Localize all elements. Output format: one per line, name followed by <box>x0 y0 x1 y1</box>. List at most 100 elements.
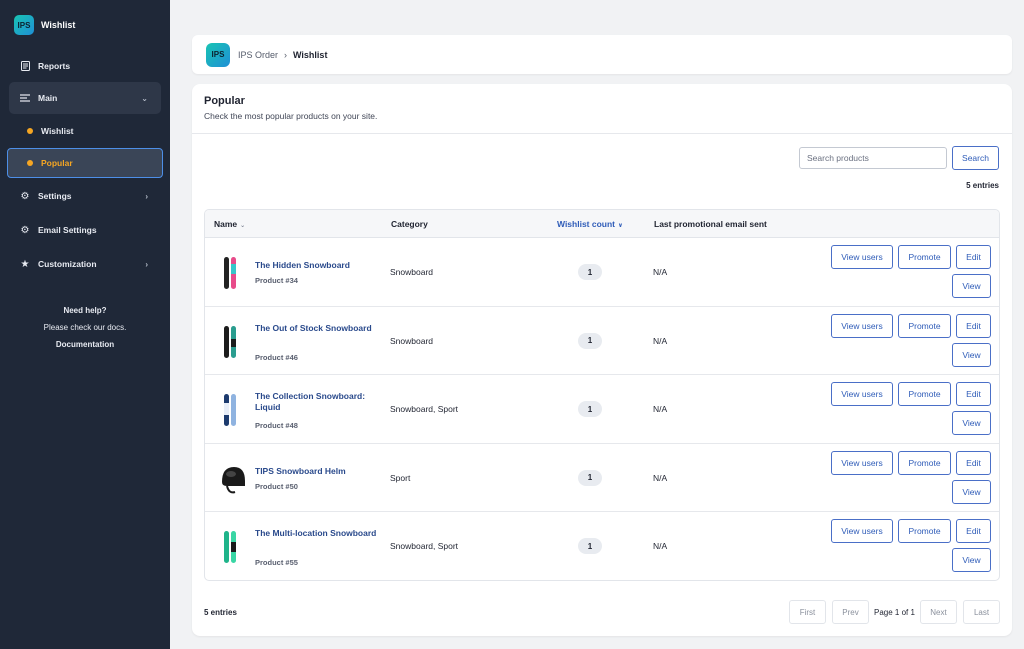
pagination-next-button[interactable]: Next <box>920 600 957 624</box>
sidebar-item-label: Customization <box>38 259 97 269</box>
column-header-label: Wishlist count <box>557 219 616 229</box>
app-logo: IPS <box>206 42 230 67</box>
product-id: Product #55 <box>255 558 298 568</box>
sidebar: IPS Wishlist Reports Main ⌄ Wishlist Pop… <box>0 0 170 649</box>
edit-button[interactable]: Edit <box>956 382 991 407</box>
promote-button[interactable]: Promote <box>898 382 951 407</box>
sidebar-item-email-settings[interactable]: ⚙ Email Settings <box>0 214 170 246</box>
product-name-link[interactable]: TIPS Snowboard Helm <box>255 466 385 477</box>
promote-button[interactable]: Promote <box>898 450 951 475</box>
promote-button[interactable]: Promote <box>898 313 951 338</box>
last-email-sent: N/A <box>653 541 668 552</box>
wishlist-count-badge: 1 <box>578 469 602 486</box>
documentation-link[interactable]: Documentation <box>0 336 170 353</box>
app-name: Wishlist <box>41 20 76 30</box>
sidebar-item-settings[interactable]: ⚙ Settings › <box>0 180 170 212</box>
product-id: Product #46 <box>255 352 298 362</box>
sidebar-item-label: Settings <box>38 191 72 201</box>
product-category: Snowboard <box>390 335 434 346</box>
search-input[interactable] <box>799 147 947 169</box>
view-button[interactable]: View <box>952 411 991 436</box>
wishlist-count-badge: 1 <box>578 538 602 555</box>
sidebar-item-label: Reports <box>38 61 71 71</box>
sort-icon: ⌄ <box>240 223 246 229</box>
sidebar-subitem-popular[interactable]: Popular <box>7 148 163 178</box>
product-id: Product #34 <box>255 276 298 285</box>
sidebar-item-reports[interactable]: Reports <box>0 50 170 82</box>
chevron-down-icon: ⌄ <box>141 93 148 103</box>
view-users-button[interactable]: View users <box>831 313 893 338</box>
column-header-label: Name <box>214 219 238 229</box>
bullet-icon <box>27 128 33 134</box>
product-name-link[interactable]: The Out of Stock Snowboard <box>255 323 385 334</box>
product-category: Snowboard, Sport <box>390 541 459 552</box>
search-button[interactable]: Search <box>952 146 999 170</box>
sidebar-subitem-wishlist[interactable]: Wishlist <box>0 116 170 146</box>
edit-button[interactable]: Edit <box>956 245 991 269</box>
product-name-link[interactable]: The Multi-location Snowboard <box>255 528 385 539</box>
edit-button[interactable]: Edit <box>956 519 991 544</box>
wishlist-count-badge: 1 <box>578 332 602 349</box>
sidebar-item-customization[interactable]: ★ Customization › <box>0 248 170 280</box>
column-header-wishlist-count[interactable]: Wishlist count ∨ <box>557 219 623 229</box>
breadcrumb-current: Wishlist <box>293 49 328 60</box>
table-row: The Multi-location Snowboard Product #55 S… <box>205 512 999 580</box>
sort-down-icon: ∨ <box>618 223 623 229</box>
table-row: The Hidden Snowboard Product #34 Snowboard… <box>205 238 999 307</box>
table-body: The Hidden Snowboard Product #34 Snowboard… <box>205 238 999 580</box>
product-thumbnail <box>219 462 245 496</box>
view-users-button[interactable]: View users <box>831 450 893 475</box>
product-category: Snowboard, Sport <box>390 404 459 415</box>
products-table: Name ⌄ Category Wishlist count ∨ Last prom… <box>204 209 1000 581</box>
view-button[interactable]: View <box>952 274 991 298</box>
sidebar-subitem-label: Wishlist <box>41 126 74 136</box>
product-name-link[interactable]: The Hidden Snowboard <box>255 260 385 271</box>
view-users-button[interactable]: View users <box>831 245 893 269</box>
view-button[interactable]: View <box>952 479 991 504</box>
view-users-button[interactable]: View users <box>831 519 893 544</box>
edit-button[interactable]: Edit <box>956 313 991 338</box>
bullet-icon <box>27 160 33 166</box>
product-thumbnail <box>219 256 241 290</box>
gear-icon: ⚙ <box>20 190 30 202</box>
chevron-right-icon: › <box>145 259 148 269</box>
view-button[interactable]: View <box>952 548 991 573</box>
pagination-last-button[interactable]: Last <box>963 600 1000 624</box>
product-thumbnail <box>219 393 241 427</box>
page-title: Popular <box>204 95 245 107</box>
product-thumbnail <box>219 530 241 564</box>
product-category: Sport <box>390 472 411 483</box>
pagination-first-button[interactable]: First <box>789 600 826 624</box>
wishlist-count-badge: 1 <box>578 401 602 418</box>
column-header-name[interactable]: Name ⌄ <box>214 219 245 229</box>
sidebar-item-label: Main <box>38 93 58 103</box>
divider <box>192 133 1012 134</box>
sidebar-brand[interactable]: IPS Wishlist <box>0 0 170 50</box>
help-section: Need help? Please check our docs. Docume… <box>0 302 170 353</box>
table-row: TIPS Snowboard Helm Product #50 Sport 1 N/A V… <box>205 444 999 513</box>
wishlist-count-badge: 1 <box>578 264 602 280</box>
promote-button[interactable]: Promote <box>898 519 951 544</box>
sidebar-item-label: Email Settings <box>38 225 97 235</box>
sidebar-item-main[interactable]: Main ⌄ <box>9 82 161 114</box>
star-icon: ★ <box>20 258 30 270</box>
product-category: Snowboard <box>390 267 434 277</box>
view-users-button[interactable]: View users <box>831 382 893 407</box>
document-icon <box>19 61 31 71</box>
product-id: Product #50 <box>255 481 298 491</box>
lines-icon <box>19 94 31 102</box>
popular-card: Popular Check the most popular products … <box>192 84 1012 636</box>
breadcrumb-root-link[interactable]: IPS Order <box>238 50 278 60</box>
table-header: Name ⌄ Category Wishlist count ∨ Last prom… <box>205 210 999 238</box>
help-text: Please check our docs. <box>43 323 127 332</box>
breadcrumb-separator: › <box>284 49 288 60</box>
view-button[interactable]: View <box>952 342 991 367</box>
product-name-link[interactable]: The Collection Snowboard: Liquid <box>255 391 385 413</box>
pagination-prev-button[interactable]: Prev <box>832 600 869 624</box>
gear-icon: ⚙ <box>20 224 30 236</box>
last-email-sent: N/A <box>653 267 668 277</box>
edit-button[interactable]: Edit <box>956 450 991 475</box>
column-header-last-email: Last promotional email sent <box>654 219 767 229</box>
page-subtitle: Check the most popular products on your … <box>204 111 378 121</box>
promote-button[interactable]: Promote <box>898 245 951 269</box>
